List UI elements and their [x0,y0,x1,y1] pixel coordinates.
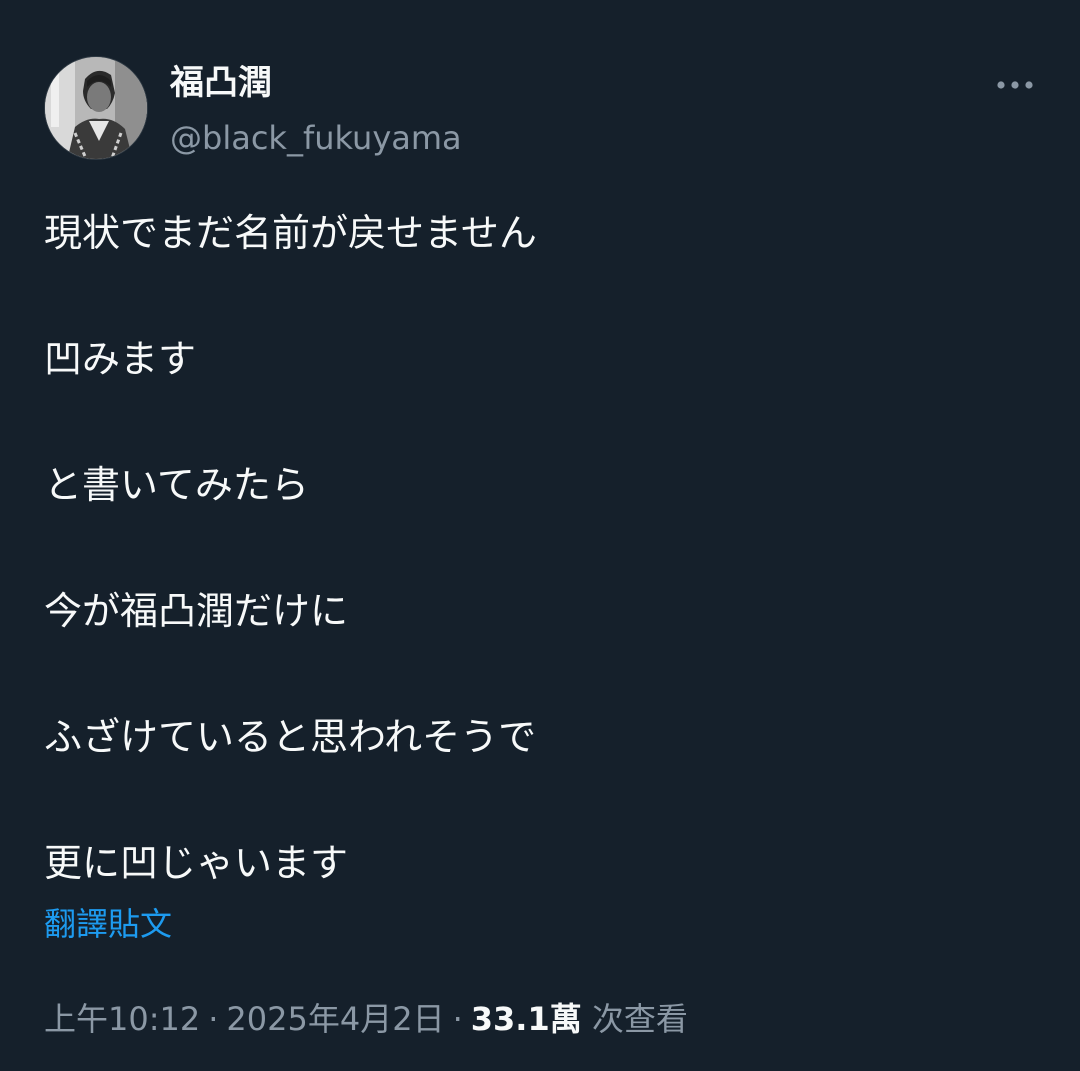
views-count[interactable]: 33.1萬 [471,1000,582,1038]
tweet-line: 現状でまだ名前が戻せません [44,211,537,255]
views-label: 次查看 [591,1000,688,1038]
post-date[interactable]: 2025年4月2日 [226,1000,444,1038]
tweet-line: 今が福凸潤だけに [44,589,349,633]
meta-separator: · [208,1000,219,1038]
post-time[interactable]: 上午10:12 [44,1000,200,1038]
display-name[interactable]: 福凸潤 [170,60,272,106]
tweet-line: 更に凹じゃいます [44,841,349,885]
more-options-button[interactable] [990,60,1040,110]
tweet-line: と書いてみたら [44,463,309,507]
tweet-meta: 上午10:12 · 2025年4月2日 · 33.1萬 次查看 [44,996,688,1042]
tweet-line: 凹みます [44,337,197,381]
tweet-text: 現状でまだ名前が戻せません 凹みます と書いてみたら 今が福凸潤だけに ふざけて… [44,206,1034,890]
more-options-icon [997,81,1033,89]
avatar-image [45,57,147,159]
tweet: 福凸潤 @black_fukuyama 現状でまだ名前が戻せません 凹みます と… [0,0,1080,1071]
tweet-line: ふざけていると思われそうで [44,715,537,759]
avatar[interactable] [44,56,148,160]
translate-post-link[interactable]: 翻譯貼文 [44,902,172,946]
meta-separator: · [452,1000,463,1038]
user-handle[interactable]: @black_fukuyama [170,116,462,160]
tweet-header: 福凸潤 @black_fukuyama [44,56,1044,166]
